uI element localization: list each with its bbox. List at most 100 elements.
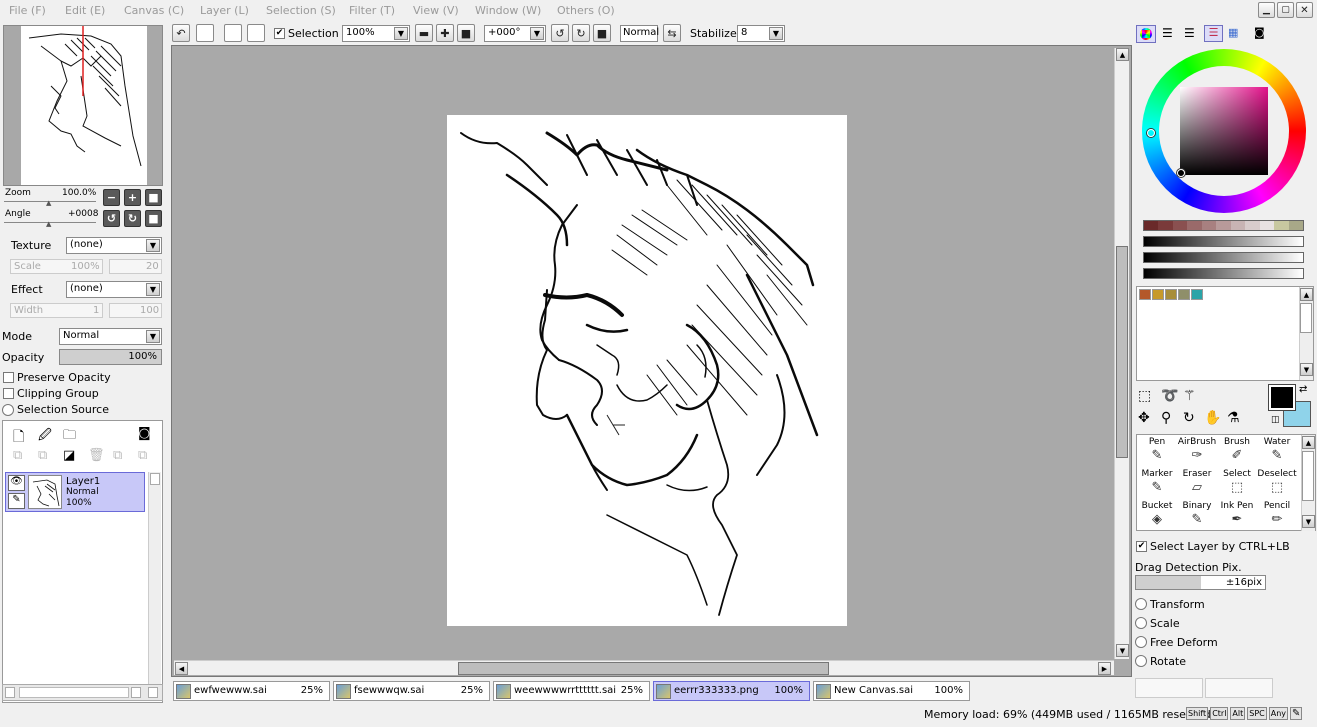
rotate-left-button[interactable]: ↺ bbox=[551, 24, 569, 42]
effect-width-field[interactable]: Width 1 bbox=[10, 303, 103, 318]
scroll-up-icon[interactable]: ▲ bbox=[1302, 436, 1315, 449]
vscroll-thumb[interactable] bbox=[1116, 246, 1128, 458]
tool-scroll-thumb[interactable] bbox=[1302, 451, 1314, 501]
rgb-slider-icon[interactable]: ☰ bbox=[1162, 26, 1173, 40]
ok-button[interactable] bbox=[1135, 678, 1203, 698]
selection-source-radio[interactable] bbox=[2, 404, 14, 416]
scale-radio[interactable] bbox=[1135, 617, 1147, 629]
palette-scrollbar[interactable]: ▲ ▼ bbox=[1299, 287, 1313, 380]
scroll-down-icon[interactable]: ▼ bbox=[1302, 515, 1315, 528]
navigator-preview[interactable] bbox=[3, 25, 163, 186]
palette-scroll-thumb[interactable] bbox=[1300, 303, 1312, 333]
invert-selection-button[interactable] bbox=[247, 24, 265, 42]
texture-scale-num[interactable]: 20 bbox=[109, 259, 162, 274]
tool-water[interactable]: Water ✎ bbox=[1257, 437, 1297, 469]
layer-scroll-thumb[interactable] bbox=[150, 473, 160, 485]
texture-select[interactable]: (none) ▼ bbox=[66, 237, 162, 254]
primary-color[interactable] bbox=[1268, 384, 1296, 411]
magic-wand-icon[interactable]: ⚚ bbox=[1183, 388, 1196, 404]
menu-others[interactable]: Others (O) bbox=[557, 4, 615, 17]
color-history-row[interactable] bbox=[1143, 220, 1304, 231]
swatch-grid-icon[interactable]: ▦ bbox=[1228, 26, 1238, 39]
layer-fx-icon[interactable]: ⧉ bbox=[113, 448, 122, 463]
swatch-4[interactable] bbox=[1191, 289, 1203, 300]
transfer-down-icon[interactable]: ⧉ bbox=[13, 448, 22, 463]
slider-handle-icon[interactable]: ▲ bbox=[46, 220, 51, 228]
tool-pencil[interactable]: Pencil ✏ bbox=[1257, 501, 1297, 533]
color-swatch-tab-icon[interactable]: ☰ bbox=[1204, 25, 1223, 42]
texture-scale-field[interactable]: Scale 100% bbox=[10, 259, 103, 274]
effect-select[interactable]: (none) ▼ bbox=[66, 281, 162, 298]
swap-colors-icon[interactable]: ⇄ bbox=[1299, 384, 1307, 395]
layer-mode-select[interactable]: Normal ▼ bbox=[59, 328, 162, 345]
new-layer-icon[interactable]: 🗋 bbox=[13, 426, 24, 450]
preserve-opacity-checkbox[interactable] bbox=[3, 372, 14, 383]
zoom-in-button[interactable]: ✚ bbox=[436, 24, 454, 42]
menu-filter[interactable]: Filter (T) bbox=[349, 4, 395, 17]
tool-brush[interactable]: Brush ✐ bbox=[1217, 437, 1257, 469]
transform-radio[interactable] bbox=[1135, 598, 1147, 610]
hue-cursor[interactable] bbox=[1147, 129, 1155, 137]
canvas-vscrollbar[interactable]: ▲ ▼ bbox=[1114, 48, 1129, 659]
scroll-down-icon[interactable]: ▼ bbox=[1300, 363, 1313, 376]
tool-scrollbar[interactable]: ▲ ▼ bbox=[1301, 435, 1315, 531]
rotate-right-button[interactable]: ↻ bbox=[572, 24, 590, 42]
move-icon[interactable]: ✥ bbox=[1138, 410, 1150, 426]
tool-ink-pen[interactable]: Ink Pen ✒ bbox=[1217, 501, 1257, 533]
nav-zoom-in-button[interactable]: + bbox=[124, 189, 141, 206]
deselect-button[interactable] bbox=[224, 24, 242, 42]
clear-layer-icon[interactable]: ◪ bbox=[63, 448, 75, 463]
scroll-down-icon[interactable]: ▼ bbox=[1116, 644, 1129, 657]
selection-checkbox[interactable]: ✔ bbox=[274, 28, 285, 39]
hscroll-thumb[interactable] bbox=[19, 687, 129, 698]
hscroll-canvas-thumb[interactable] bbox=[458, 662, 829, 675]
clipping-group-checkbox[interactable] bbox=[3, 388, 14, 399]
transparent-color-icon[interactable]: ◫ bbox=[1271, 415, 1280, 425]
swatch-0[interactable] bbox=[1139, 289, 1151, 300]
tool-deselect[interactable]: Deselect ⬚ bbox=[1257, 469, 1297, 501]
zoom-out-button[interactable]: ▬ bbox=[415, 24, 433, 42]
cancel-button[interactable] bbox=[1205, 678, 1273, 698]
scroll-up-icon[interactable]: ▲ bbox=[1116, 48, 1129, 61]
document-tab[interactable]: New Canvas.sai 100% bbox=[813, 681, 970, 701]
marquee-select-icon[interactable]: ⬚ bbox=[1138, 388, 1151, 404]
hscroll-left[interactable] bbox=[5, 687, 15, 698]
menu-window[interactable]: Window (W) bbox=[475, 4, 541, 17]
zoom-reset-button[interactable]: ■ bbox=[457, 24, 475, 42]
swatch-1[interactable] bbox=[1152, 289, 1164, 300]
tool-select[interactable]: Select ⬚ bbox=[1217, 469, 1257, 501]
menu-view[interactable]: View (V) bbox=[413, 4, 459, 17]
redo-button[interactable] bbox=[196, 24, 214, 42]
hand-icon[interactable]: ✋ bbox=[1204, 410, 1221, 426]
hsv-slider-icon[interactable]: ☰ bbox=[1184, 26, 1195, 40]
nav-zoom-reset-button[interactable]: ■ bbox=[145, 189, 162, 206]
value-gradient-row-3[interactable] bbox=[1143, 268, 1304, 279]
nav-rotate-left-button[interactable]: ↺ bbox=[103, 210, 120, 227]
eyedropper-icon[interactable]: ⚗ bbox=[1227, 410, 1240, 426]
blend-mode-select[interactable]: Normal bbox=[620, 25, 659, 42]
undo-button[interactable]: ↶ bbox=[172, 24, 190, 42]
tool-bucket[interactable]: Bucket ◈ bbox=[1137, 501, 1177, 533]
drag-detection-slider[interactable]: ±16pix bbox=[1135, 575, 1266, 590]
effect-width-num[interactable]: 100 bbox=[109, 303, 162, 318]
document-tab[interactable]: ewfwewww.sai 25% bbox=[173, 681, 330, 701]
slider-handle-icon[interactable]: ▲ bbox=[46, 199, 51, 207]
drawing-canvas[interactable] bbox=[447, 115, 847, 626]
merge-down-icon[interactable]: ⧉ bbox=[38, 448, 47, 463]
scroll-left-icon[interactable]: ◀ bbox=[175, 662, 188, 675]
value-gradient-row-2[interactable] bbox=[1143, 252, 1304, 263]
nav-zoom-out-button[interactable]: − bbox=[103, 189, 120, 206]
menu-canvas[interactable]: Canvas (C) bbox=[124, 4, 184, 17]
layer-scrollbar[interactable] bbox=[148, 472, 161, 700]
stabilizer-select[interactable]: 8 ▼ bbox=[737, 25, 785, 42]
eye-icon[interactable]: 👁 bbox=[8, 475, 25, 491]
tool-pen[interactable]: Pen ✎ bbox=[1137, 437, 1177, 469]
hscroll-mid[interactable] bbox=[131, 687, 141, 698]
select-layer-checkbox[interactable]: ✔ bbox=[1136, 541, 1147, 552]
tool-marker[interactable]: Marker ✎ bbox=[1137, 469, 1177, 501]
new-linework-layer-icon[interactable]: 🖉 bbox=[38, 426, 52, 448]
zoom-select[interactable]: 100% ▼ bbox=[342, 25, 410, 42]
document-tab[interactable]: fsewwwqw.sai 25% bbox=[333, 681, 490, 701]
menu-file[interactable]: File (F) bbox=[9, 4, 46, 17]
value-gradient-row-1[interactable] bbox=[1143, 236, 1304, 247]
